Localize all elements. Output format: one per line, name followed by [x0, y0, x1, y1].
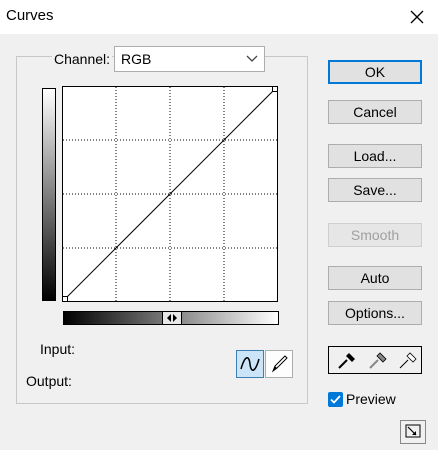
save-button[interactable]: Save...: [328, 178, 422, 202]
cancel-button[interactable]: Cancel: [328, 100, 422, 124]
gradient-toggle-button[interactable]: [162, 311, 182, 325]
black-point-eyedropper-icon[interactable]: [330, 348, 360, 372]
pencil-icon: [271, 355, 288, 373]
load-button[interactable]: Load...: [328, 144, 422, 168]
options-button[interactable]: Options...: [328, 301, 422, 325]
preview-label[interactable]: Preview: [346, 391, 396, 407]
pencil-tool-button[interactable]: [265, 350, 293, 378]
curve-tool-icon: [240, 357, 260, 371]
eyedropper-group: [328, 346, 422, 374]
output-gradient-bar: [42, 88, 56, 301]
channel-select-value: RGB: [121, 51, 152, 67]
curve-tool-button[interactable]: [236, 350, 264, 378]
input-label: Input:: [40, 341, 76, 357]
channel-select[interactable]: RGB: [114, 46, 265, 72]
curve-point-black: [62, 296, 68, 302]
ok-button[interactable]: OK: [328, 60, 422, 84]
smooth-button[interactable]: Smooth: [328, 223, 422, 247]
channel-label: Channel:: [52, 51, 113, 67]
dialog-body: Channel: RGB Input: Output: OK Cancel Lo…: [0, 34, 438, 450]
close-icon[interactable]: [406, 6, 428, 28]
chevron-down-icon: [246, 55, 258, 62]
curve-graph[interactable]: [62, 86, 278, 302]
auto-button[interactable]: Auto: [328, 266, 422, 290]
white-point-eyedropper-icon[interactable]: [391, 348, 421, 372]
title-bar: Curves: [0, 0, 438, 34]
expand-icon: [405, 424, 421, 438]
gray-point-eyedropper-icon[interactable]: [361, 348, 391, 372]
curve-point-white: [272, 86, 278, 92]
expand-dialog-button[interactable]: [400, 420, 426, 444]
output-label: Output:: [26, 373, 72, 389]
preview-checkbox[interactable]: [328, 392, 343, 407]
swap-arrows-icon: [167, 314, 177, 322]
window-title: Curves: [6, 7, 54, 24]
checkmark-icon: [330, 395, 341, 404]
